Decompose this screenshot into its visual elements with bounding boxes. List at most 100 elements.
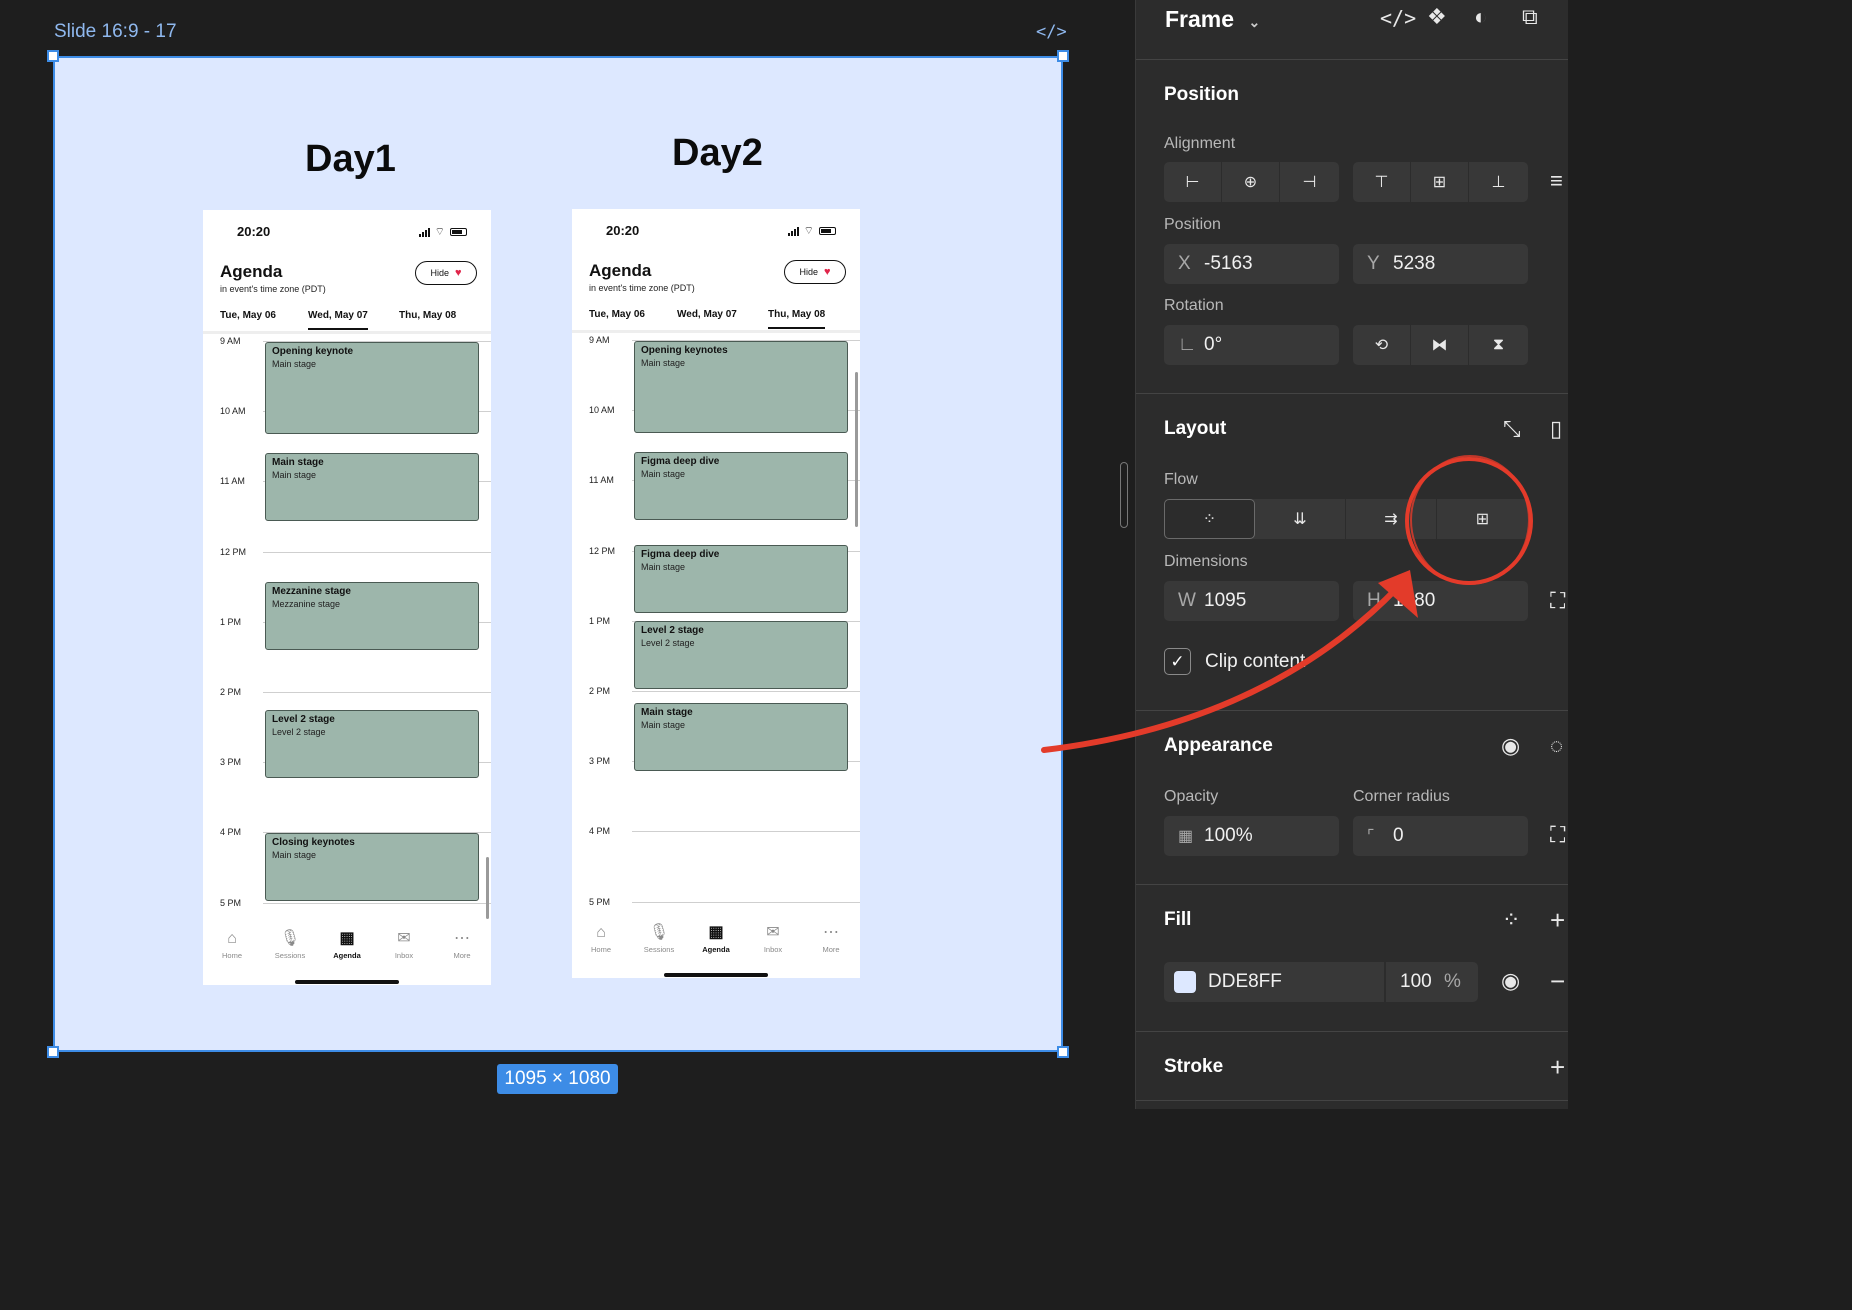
height-input[interactable]: H 1080 bbox=[1353, 581, 1528, 621]
opacity-input[interactable]: ▦ 100% bbox=[1164, 816, 1339, 856]
height-value[interactable]: 1080 bbox=[1393, 590, 1435, 612]
event-card[interactable]: Opening keynotes Main stage bbox=[634, 341, 848, 433]
code-icon[interactable]: </> bbox=[1036, 22, 1067, 42]
rotation-value[interactable]: 0° bbox=[1204, 334, 1222, 356]
add-stroke-icon[interactable]: + bbox=[1550, 1052, 1565, 1083]
y-position-input[interactable]: Y 5238 bbox=[1353, 244, 1528, 284]
resize-handle-bottom-right[interactable] bbox=[1057, 1046, 1069, 1058]
event-card[interactable]: Figma deep dive Main stage bbox=[634, 545, 848, 613]
align-vertical-center-icon[interactable]: ⊞ bbox=[1411, 162, 1469, 202]
nav-item-home[interactable]: ⌂ Home bbox=[204, 929, 260, 960]
nav-item-agenda[interactable]: ▦ Agenda bbox=[319, 929, 375, 960]
hide-button[interactable]: Hide ♥ bbox=[415, 261, 477, 285]
resize-handle-top-left[interactable] bbox=[47, 50, 59, 62]
date-tab[interactable]: Thu, May 08 bbox=[399, 310, 456, 328]
frame-name-label[interactable]: Slide 16:9 - 17 bbox=[54, 21, 177, 43]
align-top-icon[interactable]: ⊤ bbox=[1353, 162, 1411, 202]
agenda-phone-day2[interactable]: 20:20 ⌔ Agenda in event's time zone (PDT) Hi… bbox=[572, 209, 860, 978]
layout-grid-icon[interactable]: ▯ bbox=[1550, 416, 1562, 442]
event-card[interactable]: Figma deep dive Main stage bbox=[634, 452, 848, 520]
event-stage: Level 2 stage bbox=[272, 727, 326, 737]
hour-label: 10 AM bbox=[589, 405, 615, 416]
nav-item-sessions[interactable]: 🎙 Sessions bbox=[262, 929, 318, 960]
nav-item-inbox[interactable]: ✉ Inbox bbox=[376, 929, 432, 960]
x-position-input[interactable]: X -5163 bbox=[1164, 244, 1339, 284]
date-tab[interactable]: Tue, May 06 bbox=[589, 309, 645, 327]
flow-freeform-icon[interactable]: ⁘ bbox=[1164, 499, 1255, 539]
canvas-scrollbar[interactable] bbox=[1120, 462, 1128, 528]
collapse-icon[interactable]: ⤡ bbox=[1503, 416, 1521, 442]
align-bottom-icon[interactable]: ⊥ bbox=[1469, 162, 1528, 202]
day2-title[interactable]: Day2 bbox=[672, 132, 763, 175]
fill-visibility-eye-icon[interactable]: ◉ bbox=[1501, 968, 1520, 994]
date-tab[interactable]: Wed, May 07 bbox=[677, 309, 737, 327]
date-tab[interactable]: Thu, May 08 bbox=[768, 309, 826, 329]
nav-item-more[interactable]: ⋯ More bbox=[803, 923, 859, 954]
width-value[interactable]: 1095 bbox=[1204, 590, 1246, 612]
day1-title[interactable]: Day1 bbox=[305, 138, 396, 181]
add-fill-icon[interactable]: + bbox=[1550, 905, 1565, 936]
rotation-input[interactable]: ∟ 0° bbox=[1164, 325, 1339, 365]
horizontal-alignment-group: ⊢ ⊕ ⊣ bbox=[1164, 162, 1339, 202]
clip-content-checkbox[interactable]: ✓ bbox=[1164, 648, 1191, 675]
event-card[interactable]: Level 2 stage Level 2 stage bbox=[634, 621, 848, 689]
agenda-scrollbar[interactable] bbox=[486, 857, 489, 919]
fill-color-row[interactable]: DDE8FF 100 % bbox=[1164, 962, 1478, 1002]
align-right-icon[interactable]: ⊣ bbox=[1280, 162, 1339, 202]
eye-icon[interactable]: ◉ bbox=[1501, 733, 1520, 759]
blend-mode-icon[interactable]: ◌ bbox=[1550, 733, 1563, 759]
event-card[interactable]: Closing keynotes Main stage bbox=[265, 833, 479, 901]
fill-color-swatch[interactable] bbox=[1174, 971, 1196, 993]
date-tab[interactable]: Wed, May 07 bbox=[308, 310, 368, 330]
hour-label: 5 PM bbox=[589, 896, 611, 907]
flow-vertical-icon[interactable]: ⇊ bbox=[1255, 499, 1346, 539]
distribute-icon[interactable]: ≡ bbox=[1550, 168, 1563, 194]
rotate-icon[interactable]: ⟲ bbox=[1353, 325, 1411, 365]
event-card[interactable]: Main stage Main stage bbox=[634, 703, 848, 771]
dev-mode-icon[interactable]: </> bbox=[1380, 6, 1416, 30]
opacity-value[interactable]: 100% bbox=[1204, 825, 1253, 847]
date-tab[interactable]: Tue, May 06 bbox=[220, 310, 276, 328]
corner-radius-input[interactable]: ⌜ 0 bbox=[1353, 816, 1528, 856]
independent-corners-icon[interactable]: ⛶ bbox=[1550, 822, 1565, 848]
x-value[interactable]: -5163 bbox=[1204, 253, 1253, 275]
fill-opacity-value[interactable]: 100 bbox=[1400, 971, 1444, 993]
agenda-phone-day1[interactable]: 20:20 ⌔ Agenda in event's time zone (PDT) Hi… bbox=[203, 210, 491, 985]
event-card[interactable]: Mezzanine stage Mezzanine stage bbox=[265, 582, 479, 650]
event-card[interactable]: Main stage Main stage bbox=[265, 453, 479, 521]
hour-gridline bbox=[263, 902, 491, 904]
component-icon[interactable]: ❖ bbox=[1427, 4, 1447, 30]
resize-to-fit-icon[interactable]: ⛶ bbox=[1550, 588, 1565, 614]
boolean-icon[interactable]: ⧉ bbox=[1522, 4, 1538, 30]
styles-icon[interactable]: ⁘ bbox=[1502, 907, 1520, 933]
flow-grid-icon[interactable]: ⊞ bbox=[1437, 499, 1528, 539]
event-card[interactable]: Level 2 stage Level 2 stage bbox=[265, 710, 479, 778]
nav-item-sessions[interactable]: 🎙 Sessions bbox=[631, 923, 687, 954]
header-divider bbox=[572, 330, 860, 333]
remove-fill-icon[interactable]: − bbox=[1550, 966, 1565, 997]
contrast-icon[interactable]: ◐ bbox=[1474, 4, 1487, 30]
flip-vertical-icon[interactable]: ⧗ bbox=[1469, 325, 1528, 365]
resize-handle-bottom-left[interactable] bbox=[47, 1046, 59, 1058]
align-left-icon[interactable]: ⊢ bbox=[1164, 162, 1222, 202]
fill-hex-value[interactable]: DDE8FF bbox=[1208, 971, 1384, 993]
align-horizontal-center-icon[interactable]: ⊕ bbox=[1222, 162, 1280, 202]
flip-horizontal-icon[interactable]: ⧓ bbox=[1411, 325, 1469, 365]
bottom-nav: ⌂ Home 🎙 Sessions ▦ Agenda ✉ Inbox ⋯ More bbox=[572, 923, 860, 978]
selected-frame[interactable]: Day1 Day2 20:20 ⌔ Agenda in event's time zo… bbox=[53, 56, 1063, 1052]
event-card[interactable]: Opening keynote Main stage bbox=[265, 342, 479, 434]
nav-item-agenda[interactable]: ▦ Agenda bbox=[688, 923, 744, 954]
nav-item-inbox[interactable]: ✉ Inbox bbox=[745, 923, 801, 954]
corner-radius-value[interactable]: 0 bbox=[1393, 825, 1404, 847]
hour-label: 9 AM bbox=[220, 336, 241, 346]
hide-button[interactable]: Hide ♥ bbox=[784, 260, 846, 284]
panel-header-title[interactable]: Frame ⌄ bbox=[1165, 6, 1260, 33]
flow-horizontal-icon[interactable]: ⇉ bbox=[1346, 499, 1437, 539]
resize-handle-top-right[interactable] bbox=[1057, 50, 1069, 62]
width-input[interactable]: W 1095 bbox=[1164, 581, 1339, 621]
nav-item-home[interactable]: ⌂ Home bbox=[573, 923, 629, 954]
nav-item-more[interactable]: ⋯ More bbox=[434, 929, 490, 960]
y-value[interactable]: 5238 bbox=[1393, 253, 1435, 275]
nav-label: More bbox=[822, 945, 840, 954]
agenda-scrollbar[interactable] bbox=[855, 372, 858, 527]
